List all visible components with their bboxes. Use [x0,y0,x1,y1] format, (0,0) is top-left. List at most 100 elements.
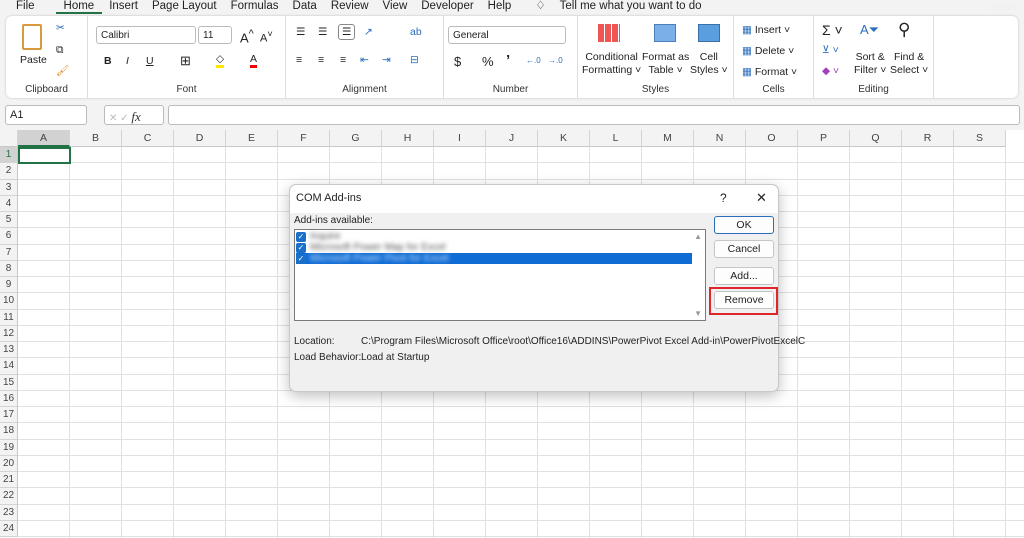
grow-font-icon[interactable]: A^ [240,28,254,45]
name-box[interactable]: A1 [5,105,87,125]
align-top-icon[interactable]: ☰ [296,26,305,38]
format-painter-icon[interactable]: 🖌 [56,64,69,77]
row-header-1[interactable]: 1 [0,147,18,164]
checkbox[interactable]: ✓ [296,243,306,253]
fill-color-icon[interactable]: ◇ [216,53,225,68]
column-header-e[interactable]: E [226,130,278,147]
row-header-3[interactable]: 3 [0,179,18,196]
column-header-i[interactable]: I [434,130,486,147]
row-header-4[interactable]: 4 [0,195,18,213]
column-header-l[interactable]: L [590,130,642,147]
row-header-8[interactable]: 8 [0,260,18,278]
tab-file[interactable]: File [0,0,42,14]
column-header-q[interactable]: Q [850,130,902,147]
column-header-c[interactable]: C [122,130,174,147]
align-bottom-icon[interactable]: ☰ [338,24,356,40]
column-header-b[interactable]: B [70,130,122,147]
copy-icon[interactable]: ⧉ [56,44,64,57]
font-color-icon[interactable]: A [250,53,258,68]
paste-icon[interactable] [22,24,42,50]
row-header-19[interactable]: 19 [0,439,18,456]
row-header-20[interactable]: 20 [0,455,18,473]
row-header-5[interactable]: 5 [0,212,18,229]
align-middle-icon[interactable]: ☰ [318,26,327,38]
scroll-up-icon[interactable]: ▲ [694,232,702,241]
tab-help[interactable]: Help [481,0,519,14]
list-item[interactable]: ✓ Inquire [296,231,692,242]
ok-button[interactable]: OK [714,216,774,234]
row-header-23[interactable]: 23 [0,504,18,521]
remove-button[interactable]: Remove [714,291,774,309]
comma-button[interactable]: ’ [506,52,510,69]
row-header-2[interactable]: 2 [0,163,18,180]
column-header-s[interactable]: S [954,130,1006,147]
number-format-select[interactable]: General [448,26,566,44]
increase-indent-icon[interactable]: ⇥ [382,54,391,66]
column-header-f[interactable]: F [278,130,330,147]
shrink-font-icon[interactable]: A˅ [260,29,273,45]
delete-cells-button[interactable]: ▦ Delete ˅ [742,45,794,57]
tab-view[interactable]: View [376,0,415,14]
font-size-select[interactable]: 11 [198,26,232,44]
center-icon[interactable]: ≡ [318,54,324,66]
decrease-indent-icon[interactable]: ⇤ [360,54,369,66]
row-header-18[interactable]: 18 [0,423,18,440]
list-item[interactable]: ✓ Microsoft Power Map for Excel [296,242,692,253]
autosum-icon[interactable]: Σ ˅ [822,22,843,38]
column-header-r[interactable]: R [902,130,954,147]
bold-button[interactable]: B [104,55,112,67]
close-button[interactable]: ✕ [756,190,767,206]
conditional-formatting-icon[interactable] [598,24,620,42]
column-header-p[interactable]: P [798,130,850,147]
row-header-15[interactable]: 15 [0,374,18,391]
tab-home[interactable]: Home [55,0,103,14]
insert-cells-button[interactable]: ▦ Insert ˅ [742,24,790,36]
orientation-icon[interactable]: ↗ [364,26,373,38]
row-header-24[interactable]: 24 [0,520,18,538]
sort-filter-button[interactable]: Sort & Filter ˅ [854,51,886,77]
decrease-decimal-icon[interactable]: →.0 [548,56,563,65]
cell-styles-icon[interactable] [698,24,720,42]
addins-list[interactable]: ✓ Inquire ✓ Microsoft Power Map for Excel … [294,229,706,321]
align-right-icon[interactable]: ≡ [340,54,346,66]
underline-button[interactable]: U [146,55,154,67]
column-header-k[interactable]: K [538,130,590,147]
column-header-o[interactable]: O [746,130,798,147]
wrap-text-icon[interactable]: ab [410,26,422,38]
cancel-icon[interactable]: ✕ [109,113,117,124]
conditional-formatting-button[interactable]: Conditional Formatting ˅ [582,51,641,77]
row-header-16[interactable]: 16 [0,390,18,408]
active-cell-a1[interactable] [18,147,71,164]
add-button[interactable]: Add... [714,267,774,285]
italic-button[interactable]: I [126,55,129,67]
row-header-11[interactable]: 11 [0,309,18,326]
tab-formulas[interactable]: Formulas [224,0,286,14]
find-select-icon[interactable]: ⚲ [898,20,910,40]
font-name-select[interactable]: Calibri [96,26,196,44]
percent-button[interactable]: % [482,54,494,69]
tell-me-search[interactable]: Tell me what you want to do [553,0,709,14]
paste-button[interactable]: Paste [20,54,47,66]
tab-page-layout[interactable]: Page Layout [145,0,224,14]
row-header-21[interactable]: 21 [0,472,18,489]
borders-icon[interactable]: ⊞ [180,53,191,69]
tab-developer[interactable]: Developer [414,0,480,14]
checkbox[interactable]: ✓ [296,232,306,242]
row-header-6[interactable]: 6 [0,228,18,245]
column-header-g[interactable]: G [330,130,382,147]
format-as-table-button[interactable]: Format as Table ˅ [642,51,689,77]
tab-insert[interactable]: Insert [102,0,145,14]
row-header-10[interactable]: 10 [0,293,18,310]
sort-filter-icon[interactable]: A⏷ [860,22,879,38]
list-item-selected[interactable]: ✓ Microsoft Power Pivot for Excel [296,253,692,264]
insert-function-button[interactable]: fx [131,109,140,124]
select-all-corner[interactable] [0,130,18,147]
column-header-j[interactable]: J [486,130,538,147]
align-left-icon[interactable]: ≡ [296,54,302,66]
tab-review[interactable]: Review [324,0,376,14]
column-header-a[interactable]: A [18,130,70,147]
row-header-12[interactable]: 12 [0,325,18,343]
enter-icon[interactable]: ✓ [120,113,128,124]
format-cells-button[interactable]: ▦ Format ˅ [742,66,797,78]
find-select-button[interactable]: Find & Select ˅ [890,51,928,77]
